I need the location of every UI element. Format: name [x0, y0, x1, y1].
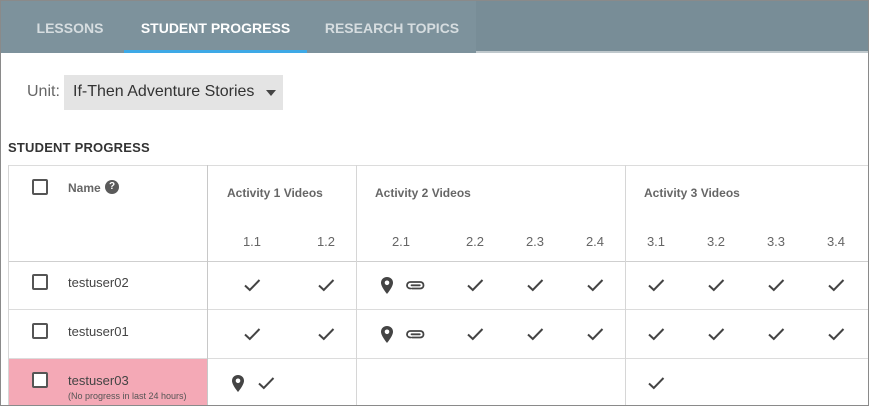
checkmark-icon: [318, 279, 335, 292]
checkmark-icon: [828, 279, 845, 292]
section-title: STUDENT PROGRESS: [8, 140, 150, 155]
checkmark-icon: [244, 328, 261, 341]
caret-down-icon: [266, 90, 276, 96]
name-column-header: Name: [68, 181, 101, 195]
tab-student-progress[interactable]: STUDENT PROGRESS: [124, 1, 307, 53]
checkmark-icon: [828, 328, 845, 341]
tab-research-topics[interactable]: RESEARCH TOPICS: [307, 1, 477, 53]
checkmark-icon: [467, 279, 484, 292]
video-number-header: 2.1: [391, 234, 411, 249]
checkmark-icon: [587, 279, 604, 292]
activity-header: Activity 2 Videos: [375, 186, 471, 200]
row-checkbox[interactable]: [32, 372, 48, 388]
video-number-header: 1.2: [316, 234, 336, 249]
video-number-header: 3.2: [706, 234, 726, 249]
video-number-header: 2.4: [585, 234, 605, 249]
row-checkbox[interactable]: [32, 274, 48, 290]
checkmark-icon: [318, 328, 335, 341]
checkmark-icon: [527, 328, 544, 341]
location-pin-icon: [381, 326, 393, 343]
tab-lessons[interactable]: LESSONS: [15, 1, 125, 53]
checkmark-icon: [768, 279, 785, 292]
video-number-header: 1.1: [242, 234, 262, 249]
unit-dropdown[interactable]: If-Then Adventure Stories: [64, 75, 283, 110]
active-tab-indicator: [124, 50, 307, 53]
checkmark-icon: [708, 279, 725, 292]
app-frame: LESSONS STUDENT PROGRESS RESEARCH TOPICS…: [0, 0, 869, 406]
checkmark-icon: [648, 279, 665, 292]
location-pin-icon: [232, 375, 244, 392]
checkmark-icon: [244, 279, 261, 292]
row-checkbox[interactable]: [32, 323, 48, 339]
video-number-header: 3.3: [766, 234, 786, 249]
video-number-header: 3.4: [826, 234, 846, 249]
video-number-header: 2.2: [465, 234, 485, 249]
help-circle-icon[interactable]: ?: [105, 180, 119, 194]
location-pin-icon: [381, 277, 393, 294]
paperclip-icon: [406, 330, 425, 339]
checkmark-icon: [708, 328, 725, 341]
activity-header: Activity 1 Videos: [227, 186, 323, 200]
activity-header: Activity 3 Videos: [644, 186, 740, 200]
video-number-header: 2.3: [525, 234, 545, 249]
unit-label: Unit:: [27, 83, 60, 100]
video-number-header: 3.1: [646, 234, 666, 249]
inactivity-note: (No progress in last 24 hours): [68, 391, 187, 401]
student-name[interactable]: testuser01: [68, 324, 129, 339]
checkmark-icon: [768, 328, 785, 341]
tab-bar: LESSONS STUDENT PROGRESS RESEARCH TOPICS: [1, 1, 868, 53]
unit-selected-value: If-Then Adventure Stories: [73, 83, 255, 100]
checkmark-icon: [527, 279, 544, 292]
checkmark-icon: [648, 328, 665, 341]
student-name[interactable]: testuser02: [68, 275, 129, 290]
checkmark-icon: [258, 377, 275, 390]
checkmark-icon: [648, 377, 665, 390]
checkmark-icon: [467, 328, 484, 341]
student-name[interactable]: testuser03: [68, 373, 129, 388]
checkmark-icon: [587, 328, 604, 341]
paperclip-icon: [406, 281, 425, 290]
select-all-checkbox[interactable]: [32, 179, 48, 195]
